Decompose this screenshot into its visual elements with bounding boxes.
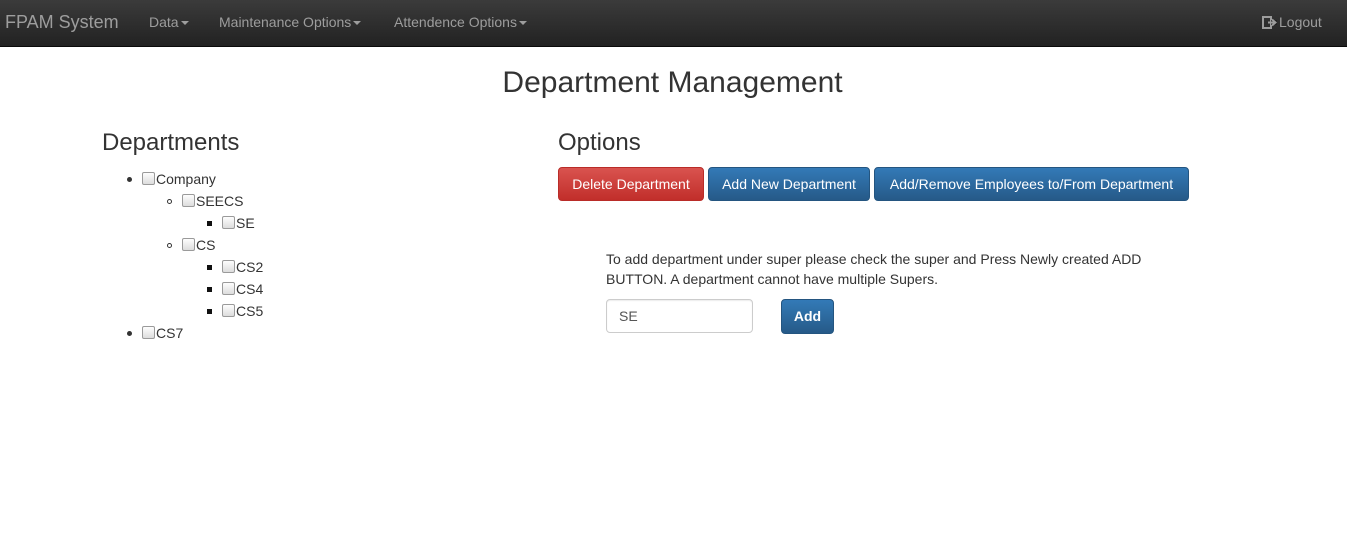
tree-label: CS	[196, 237, 216, 253]
bullet-square	[207, 309, 212, 314]
tree-item-cs4: CS4	[207, 278, 264, 300]
bullet-disc	[127, 177, 132, 182]
logout-link[interactable]: Logout	[1262, 14, 1322, 30]
checkbox-cs7[interactable]	[142, 326, 155, 339]
menu-attendence-options[interactable]: Attendence Options	[394, 14, 527, 30]
options-heading: Options	[558, 129, 641, 156]
department-name-input[interactable]	[606, 299, 753, 333]
menu-data-label: Data	[149, 14, 179, 30]
add-new-department-button[interactable]: Add New Department	[708, 167, 870, 201]
menu-maintenance-label: Maintenance Options	[219, 14, 352, 30]
bullet-square	[207, 287, 212, 292]
logout-icon	[1262, 16, 1278, 29]
tree-label: CS4	[236, 281, 264, 297]
checkbox-cs2[interactable]	[222, 260, 235, 273]
tree-item-cs: CS	[167, 234, 216, 256]
tree-item-cs7: CS7	[127, 322, 184, 344]
menu-maintenance-options[interactable]: Maintenance Options	[219, 14, 362, 30]
departments-heading: Departments	[102, 129, 240, 156]
menu-attendence-label: Attendence Options	[394, 14, 517, 30]
top-navbar: FPAM System Data Maintenance Options Att…	[0, 0, 1347, 47]
tree-label: Company	[156, 171, 216, 187]
tree-label: SE	[236, 215, 255, 231]
tree-item-cs5: CS5	[207, 300, 264, 322]
checkbox-cs5[interactable]	[222, 304, 235, 317]
checkbox-company[interactable]	[142, 172, 155, 185]
bullet-circle	[167, 243, 172, 248]
tree-item-company: Company	[127, 168, 216, 190]
tree-label: CS5	[236, 303, 264, 319]
help-text: To add department under super please che…	[606, 251, 1142, 287]
tree-item-cs2: CS2	[207, 256, 264, 278]
logout-label: Logout	[1279, 14, 1322, 30]
bullet-circle	[167, 199, 172, 204]
checkbox-seecs[interactable]	[182, 194, 195, 207]
bullet-square	[207, 265, 212, 270]
checkbox-se[interactable]	[222, 216, 235, 229]
add-remove-employees-button[interactable]: Add/Remove Employees to/From Department	[874, 167, 1189, 201]
tree-item-se: SE	[207, 212, 255, 234]
add-button[interactable]: Add	[781, 299, 834, 334]
bullet-square	[207, 221, 212, 226]
brand-link[interactable]: FPAM System	[5, 12, 119, 33]
checkbox-cs[interactable]	[182, 238, 195, 251]
bullet-disc	[127, 331, 132, 336]
chevron-down-icon	[180, 21, 189, 26]
tree-label: CS7	[156, 325, 184, 341]
tree-label: SEECS	[196, 193, 244, 209]
tree-item-seecs: SEECS	[167, 190, 244, 212]
menu-data[interactable]: Data	[149, 14, 189, 30]
chevron-down-icon	[518, 21, 527, 26]
chevron-down-icon	[353, 21, 362, 26]
checkbox-cs4[interactable]	[222, 282, 235, 295]
page-title: Department Management	[502, 66, 843, 99]
tree-label: CS2	[236, 259, 264, 275]
delete-department-button[interactable]: Delete Department	[558, 167, 704, 201]
